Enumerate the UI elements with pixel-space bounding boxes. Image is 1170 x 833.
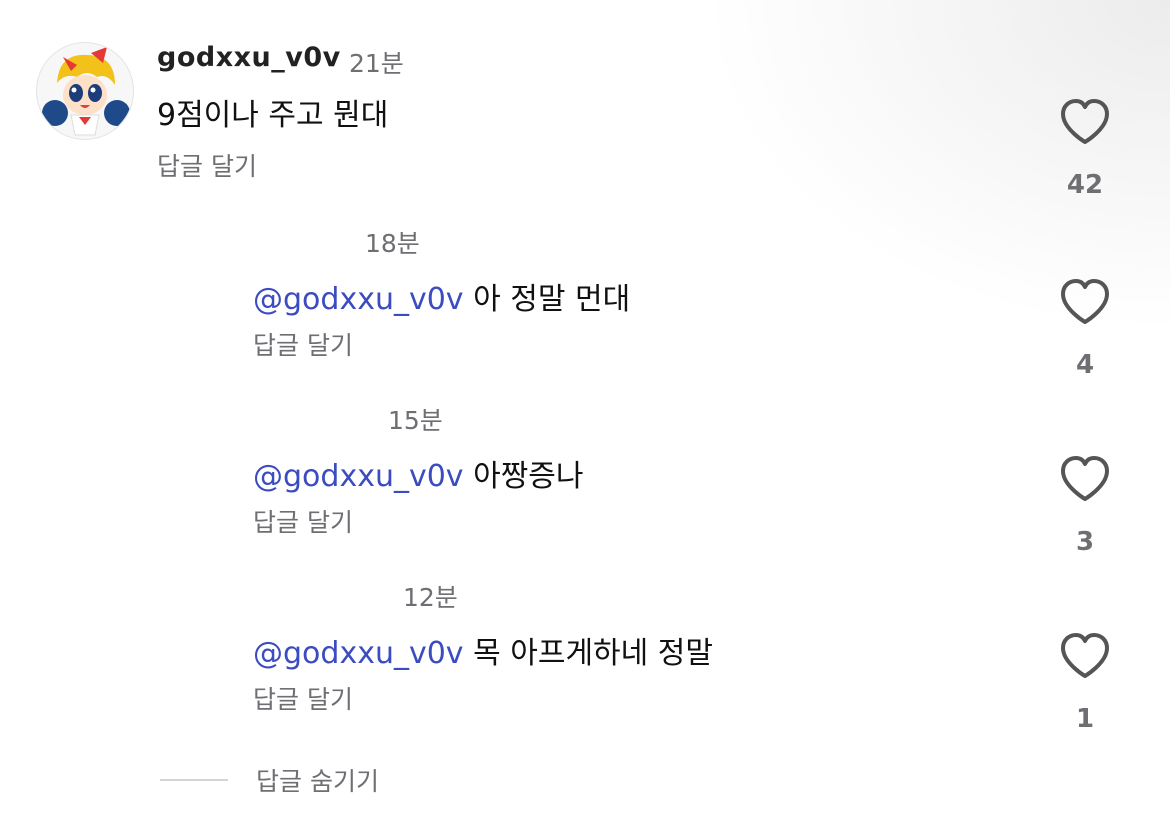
reply-body: 아 정말 먼대 — [473, 282, 631, 317]
avatar[interactable] — [36, 42, 134, 140]
like-count: 1 — [1075, 704, 1095, 734]
like-button[interactable]: 4 — [1055, 278, 1115, 380]
like-button[interactable]: 3 — [1055, 455, 1115, 557]
reply-text: @godxxu_v0v 목 아프게하네 정말 — [253, 628, 713, 672]
comment-text: 9점이나 주고 뭔대 — [157, 98, 389, 133]
reply-button[interactable]: 답글 달기 — [157, 147, 257, 183]
reply-timestamp: 12분 — [403, 583, 458, 612]
heart-icon — [1061, 633, 1109, 678]
reply-button[interactable]: 답글 달기 — [253, 680, 353, 716]
reply-timestamp: 15분 — [388, 406, 443, 435]
reply-text: @godxxu_v0v 아 정말 먼대 — [253, 274, 630, 318]
comment-timestamp: 21분 — [349, 49, 404, 78]
hide-replies-row[interactable]: 답글 숨기기 — [160, 762, 379, 798]
heart-icon — [1061, 99, 1109, 144]
comment-username[interactable]: godxxu_v0v — [157, 42, 341, 73]
reply-timestamp: 18분 — [365, 229, 420, 258]
heart-icon — [1061, 279, 1109, 324]
like-count: 4 — [1075, 350, 1095, 380]
like-button[interactable]: 42 — [1055, 98, 1115, 200]
divider-line — [160, 779, 228, 781]
cartoon-character-avatar-icon — [37, 43, 133, 139]
reply-mention[interactable]: @godxxu_v0v — [253, 282, 464, 317]
reply-mention[interactable]: @godxxu_v0v — [253, 459, 464, 494]
reply-body: 목 아프게하네 정말 — [473, 636, 713, 671]
reply-text: @godxxu_v0v 아짱증나 — [253, 451, 584, 495]
reply-body: 아짱증나 — [473, 459, 584, 494]
reply-mention[interactable]: @godxxu_v0v — [253, 636, 464, 671]
heart-icon — [1061, 456, 1109, 501]
like-button[interactable]: 1 — [1055, 632, 1115, 734]
reply-button[interactable]: 답글 달기 — [253, 503, 353, 539]
reply-button[interactable]: 답글 달기 — [253, 326, 353, 362]
like-count: 42 — [1066, 170, 1104, 200]
hide-replies-button[interactable]: 답글 숨기기 — [256, 762, 379, 798]
reply-item: 18분 @godxxu_v0v 아 정말 먼대 답글 달기 4 — [0, 222, 1170, 392]
reply-item: 12분 @godxxu_v0v 목 아프게하네 정말 답글 달기 1 — [0, 576, 1170, 746]
reply-item: 15분 @godxxu_v0v 아짱증나 답글 달기 3 — [0, 399, 1170, 569]
like-count: 3 — [1075, 527, 1095, 557]
